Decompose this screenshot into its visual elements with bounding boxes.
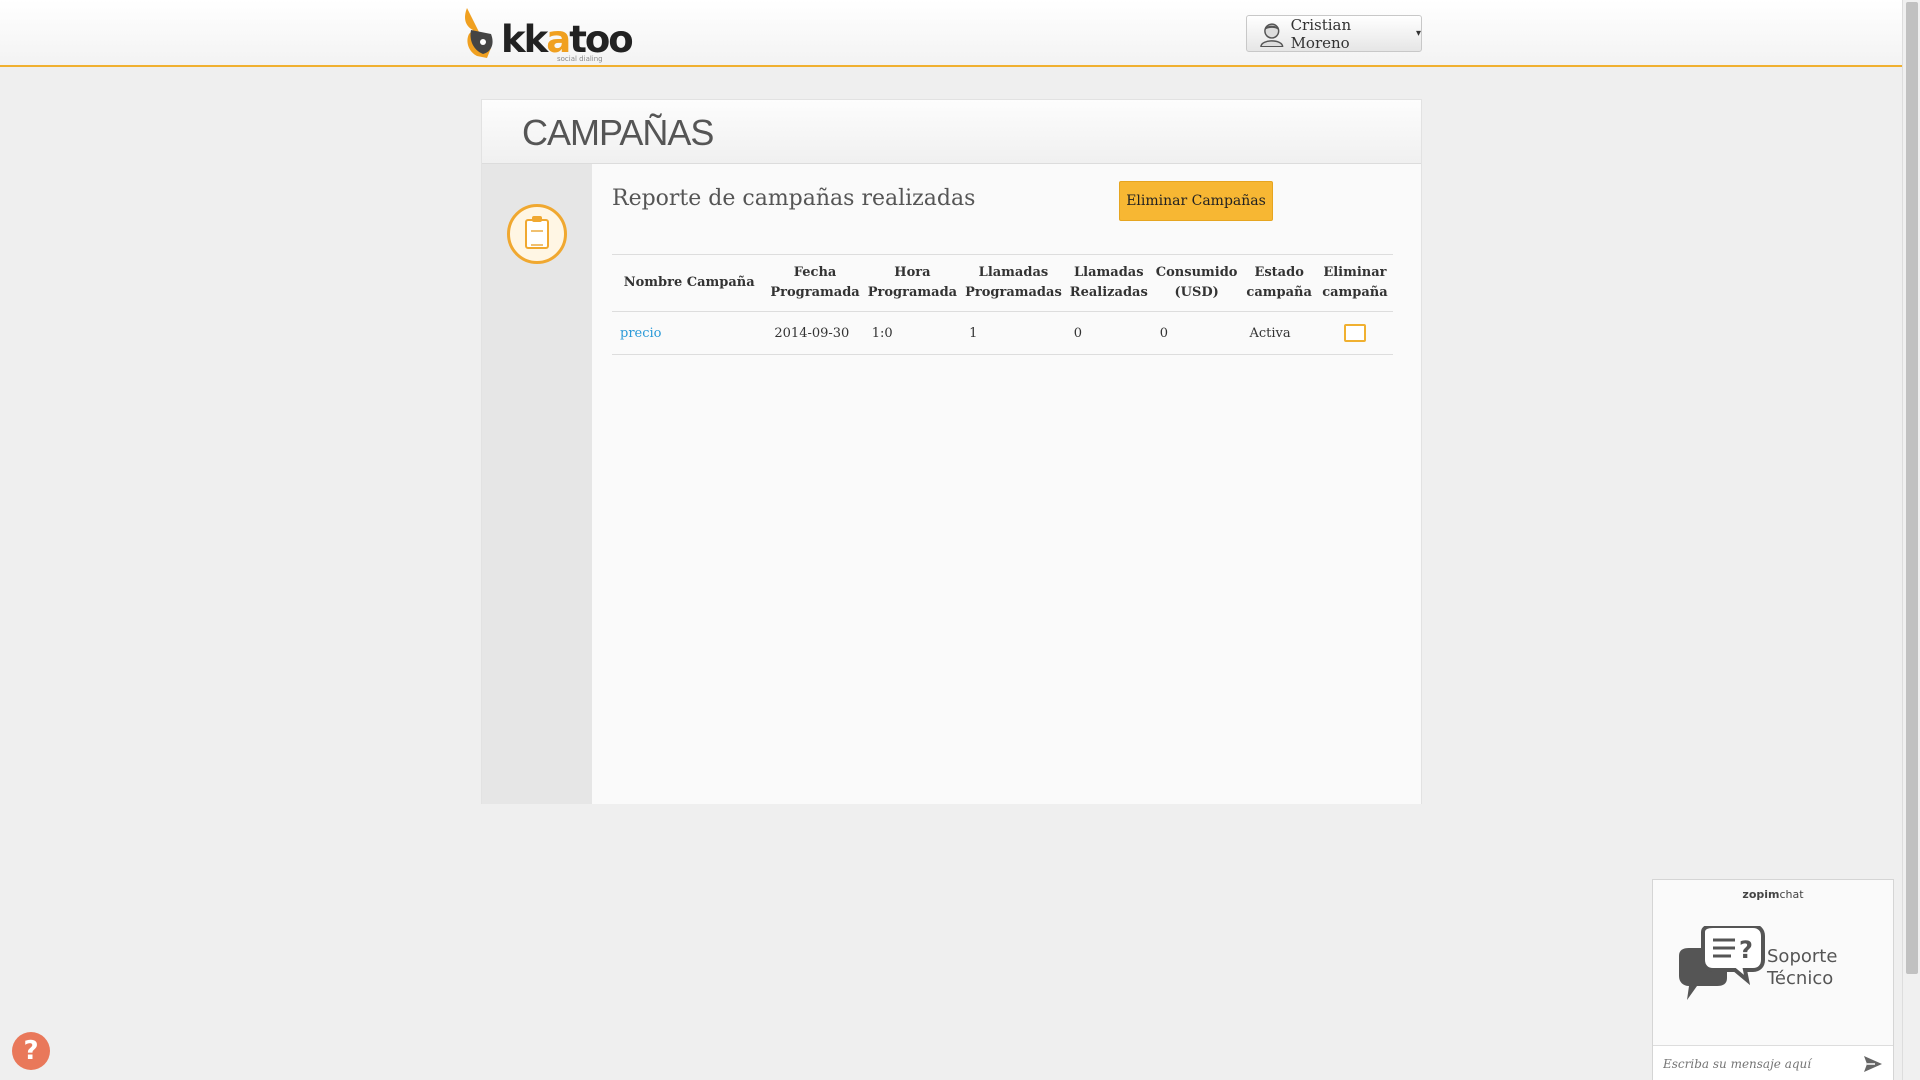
scrollbar-thumb[interactable]: [1906, 2, 1918, 974]
time-cell: 1:0: [863, 311, 962, 355]
chat-bubble-icon: ?: [1679, 926, 1765, 1000]
col-header-delete: Eliminar campaña: [1316, 254, 1393, 312]
report-title: Reporte de campañas realizadas: [612, 186, 976, 211]
campaign-name-cell: precio: [612, 311, 767, 355]
delete-campaign-checkbox[interactable]: [1343, 324, 1366, 342]
done-calls-cell: 0: [1065, 311, 1152, 355]
top-navbar: kkatoo social dialing Cristian Moreno ▾: [0, 0, 1902, 67]
bull-logo-icon: [465, 8, 493, 58]
chat-input-bar: [1653, 1045, 1893, 1080]
zopim-chat-brand: zopimchat: [1742, 888, 1804, 901]
panel-header: CAMPAÑAS: [482, 100, 1421, 164]
campaigns-panel: CAMPAÑAS Reporte de campañas realizadas …: [481, 99, 1422, 804]
kkatoo-logo[interactable]: kkatoo social dialing: [461, 4, 634, 66]
page-scrollbar[interactable]: [1902, 0, 1920, 1080]
campaign-link[interactable]: precio: [620, 326, 662, 341]
table-row: precio 2014-09-30 1:0 1 0 0 Activa: [612, 311, 1393, 355]
campaigns-table: Nombre Campaña Fecha Programada Hora Progr…: [612, 254, 1393, 355]
user-menu-button[interactable]: Cristian Moreno ▾: [1246, 15, 1422, 52]
delete-campaigns-button[interactable]: Eliminar Campañas: [1119, 181, 1273, 221]
svg-text:?: ?: [1739, 936, 1753, 964]
user-name: Cristian Moreno: [1290, 15, 1352, 52]
col-header-consumed: Consumido (USD): [1151, 254, 1242, 312]
question-icon[interactable]: ?: [12, 1032, 50, 1070]
delete-cell: [1316, 311, 1393, 355]
user-avatar-icon: [1260, 22, 1284, 47]
chat-widget[interactable]: zopimchat ? Soporte Técnico: [1652, 879, 1894, 1080]
panel-content: Reporte de campañas realizadas Eliminar …: [592, 164, 1421, 804]
col-header-done: Llamadas Realizadas: [1065, 254, 1152, 312]
consumed-cell: 0: [1151, 311, 1242, 355]
chat-support-label: Soporte Técnico: [1767, 946, 1838, 989]
chevron-down-icon: ▾: [1415, 28, 1421, 39]
send-icon[interactable]: [1863, 1054, 1883, 1074]
col-header-date: Fecha Programada: [766, 254, 864, 312]
scheduled-calls-cell: 1: [961, 311, 1066, 355]
status-cell: Activa: [1241, 311, 1317, 355]
col-header-name: Nombre Campaña: [612, 254, 767, 312]
col-header-time: Hora Programada: [863, 254, 962, 312]
panel-sidebar: [482, 164, 592, 804]
table-header-row: Nombre Campaña Fecha Programada Hora Progr…: [612, 254, 1393, 312]
date-cell: 2014-09-30: [766, 311, 864, 355]
clipboard-icon: [507, 204, 567, 264]
col-header-status: Estado campaña: [1241, 254, 1317, 312]
col-header-scheduled: Llamadas Programadas: [961, 254, 1066, 312]
logo-tagline: social dialing: [557, 55, 603, 63]
chat-message-input[interactable]: [1663, 1056, 1853, 1071]
page-title: CAMPAÑAS: [522, 112, 714, 153]
